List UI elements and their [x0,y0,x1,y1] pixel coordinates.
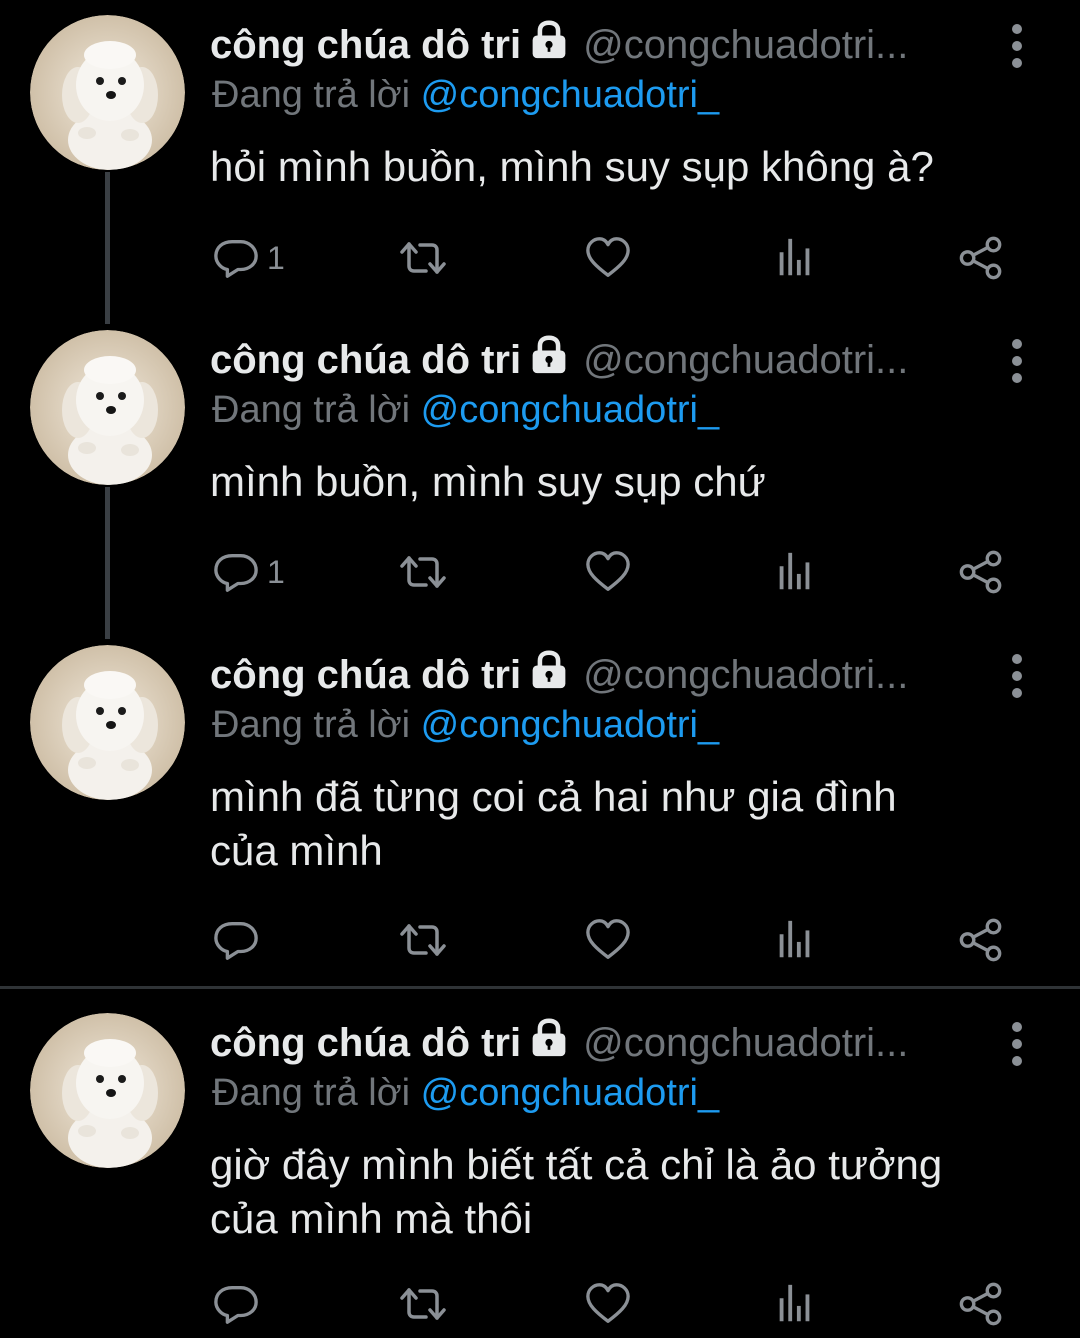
like-icon [584,549,632,595]
reply-button[interactable]: 1 [213,547,285,597]
replying-to-label: Đang trả lời [212,704,411,746]
reply-icon [213,549,259,595]
reply-button[interactable] [213,915,267,965]
views-button[interactable] [772,915,818,965]
reply-count: 1 [267,239,285,276]
share-button[interactable] [958,1279,1004,1329]
author-name[interactable]: công chúa dô tri [210,1021,521,1066]
more-options-icon[interactable] [1002,24,1032,68]
retweet-button[interactable] [398,1279,448,1329]
mention-link[interactable]: @congchuadotri_ [421,704,719,746]
retweet-icon [398,548,448,596]
tweet[interactable]: công chúa dô tri @congchuadotri... Đang … [0,0,1080,320]
share-icon [958,235,1004,281]
lock-icon [529,335,569,385]
tweet-header: công chúa dô tri @congchuadotri... [210,650,908,700]
mention-link[interactable]: @congchuadotri_ [421,1072,719,1114]
avatar[interactable] [30,1013,185,1168]
author-handle[interactable]: @congchuadotri... [583,653,908,698]
retweet-button[interactable] [398,915,448,965]
tweet-text: mình buồn, mình suy sụp chứ [210,455,1030,509]
tweet[interactable]: công chúa dô tri @congchuadotri... Đang … [0,630,1080,986]
retweet-button[interactable] [398,233,448,283]
views-icon [772,235,818,281]
tweet[interactable]: công chúa dô tri @congchuadotri... Đang … [0,315,1080,635]
views-button[interactable] [772,1279,818,1329]
like-icon [584,235,632,281]
share-icon [958,1281,1004,1327]
views-button[interactable] [772,233,818,283]
replying-to-label: Đang trả lời [212,1072,411,1114]
like-button[interactable] [584,547,632,597]
views-icon [772,917,818,963]
retweet-icon [398,234,448,282]
share-button[interactable] [958,915,1004,965]
mention-link[interactable]: @congchuadotri_ [421,74,719,116]
lock-icon [529,650,569,700]
share-button[interactable] [958,233,1004,283]
reply-count: 1 [267,553,285,590]
views-button[interactable] [772,547,818,597]
tweet[interactable]: công chúa dô tri @congchuadotri... Đang … [0,998,1080,1338]
avatar[interactable] [30,645,185,800]
like-button[interactable] [584,915,632,965]
retweet-icon [398,1280,448,1328]
retweet-button[interactable] [398,547,448,597]
tweet-header: công chúa dô tri @congchuadotri... [210,20,908,70]
tweet-text-line: mình đã từng coi cả hai như gia đình [210,773,897,820]
action-bar: 1 [0,233,1080,283]
replying-to: Đang trả lời @congchuadotri_ [212,1072,719,1115]
tweet-text-line: hỏi mình buồn, mình suy sụp không à? [210,143,934,190]
tweet-text: mình đã từng coi cả hai như gia đình của… [210,770,1030,878]
author-handle[interactable]: @congchuadotri... [583,338,908,383]
replying-to: Đang trả lời @congchuadotri_ [212,389,719,432]
avatar[interactable] [30,330,185,485]
action-bar: 1 [0,547,1080,597]
like-button[interactable] [584,233,632,283]
like-icon [584,1281,632,1327]
author-name[interactable]: công chúa dô tri [210,23,521,68]
reply-button[interactable]: 1 [213,233,285,283]
like-icon [584,917,632,963]
author-handle[interactable]: @congchuadotri... [583,1021,908,1066]
mention-link[interactable]: @congchuadotri_ [421,389,719,431]
replying-to-label: Đang trả lời [212,74,411,116]
tweet-text: hỏi mình buồn, mình suy sụp không à? [210,140,1030,194]
share-button[interactable] [958,547,1004,597]
share-icon [958,549,1004,595]
views-icon [772,1281,818,1327]
divider [0,986,1080,989]
share-icon [958,917,1004,963]
more-options-icon[interactable] [1002,1022,1032,1066]
replying-to: Đang trả lời @congchuadotri_ [212,704,719,747]
author-handle[interactable]: @congchuadotri... [583,23,908,68]
tweet-header: công chúa dô tri @congchuadotri... [210,1018,908,1068]
lock-icon [529,1018,569,1068]
views-icon [772,549,818,595]
like-button[interactable] [584,1279,632,1329]
avatar[interactable] [30,15,185,170]
more-options-icon[interactable] [1002,339,1032,383]
tweet-text-line: của mình [210,827,383,874]
tweet-header: công chúa dô tri @congchuadotri... [210,335,908,385]
author-name[interactable]: công chúa dô tri [210,338,521,383]
tweet-text: giờ đây mình biết tất cả chỉ là ảo tưởng… [210,1138,1030,1246]
action-bar [0,915,1080,965]
tweet-text-line: của mình mà thôi [210,1195,533,1242]
lock-icon [529,20,569,70]
tweet-text-line: mình buồn, mình suy sụp chứ [210,458,766,505]
reply-icon [213,1281,259,1327]
reply-icon [213,235,259,281]
more-options-icon[interactable] [1002,654,1032,698]
replying-to: Đang trả lời @congchuadotri_ [212,74,719,117]
action-bar [0,1279,1080,1329]
author-name[interactable]: công chúa dô tri [210,653,521,698]
reply-button[interactable] [213,1279,267,1329]
retweet-icon [398,916,448,964]
reply-icon [213,917,259,963]
replying-to-label: Đang trả lời [212,389,411,431]
tweet-text-line: giờ đây mình biết tất cả chỉ là ảo tưởng [210,1141,943,1188]
